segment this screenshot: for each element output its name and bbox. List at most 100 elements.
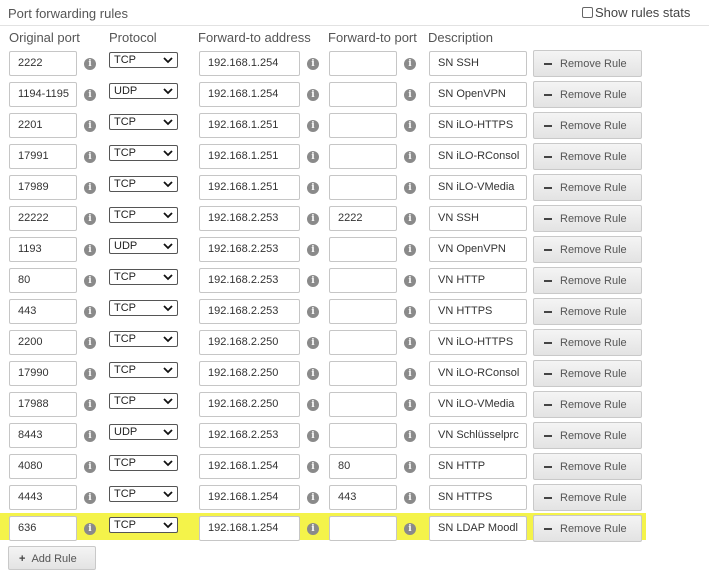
original-port-field[interactable]: 4080 — [9, 454, 77, 479]
forward-port-field[interactable]: 2222 — [329, 206, 397, 231]
info-icon[interactable]: i — [84, 120, 96, 132]
forward-port-field[interactable] — [329, 237, 397, 262]
forward-address-field[interactable]: 192.168.2.250 — [199, 330, 300, 355]
info-icon[interactable]: i — [307, 244, 319, 256]
original-port-field[interactable]: 17988 — [9, 392, 77, 417]
forward-address-field[interactable]: 192.168.2.253 — [199, 299, 300, 324]
forward-address-field[interactable]: 192.168.2.250 — [199, 361, 300, 386]
forward-address-field[interactable]: 192.168.1.254 — [199, 485, 300, 510]
forward-address-field[interactable]: 192.168.1.254 — [199, 454, 300, 479]
forward-address-field[interactable]: 192.168.2.253 — [199, 268, 300, 293]
info-icon[interactable]: i — [404, 523, 416, 535]
description-field[interactable]: SN iLO-RConsol — [429, 144, 527, 169]
description-field[interactable]: VN Schlüsselprc — [429, 423, 527, 448]
forward-port-field[interactable] — [329, 330, 397, 355]
protocol-select[interactable]: TCP — [109, 145, 178, 161]
protocol-select[interactable]: TCP — [109, 52, 178, 68]
info-icon[interactable]: i — [307, 337, 319, 349]
remove-rule-button[interactable]: Remove Rule — [533, 484, 642, 511]
forward-port-field[interactable] — [329, 175, 397, 200]
protocol-select[interactable]: TCP — [109, 517, 178, 533]
remove-rule-button[interactable]: Remove Rule — [533, 143, 642, 170]
info-icon[interactable]: i — [84, 337, 96, 349]
info-icon[interactable]: i — [307, 523, 319, 535]
forward-address-field[interactable]: 192.168.1.254 — [199, 51, 300, 76]
info-icon[interactable]: i — [84, 275, 96, 287]
info-icon[interactable]: i — [84, 151, 96, 163]
remove-rule-button[interactable]: Remove Rule — [533, 515, 642, 542]
info-icon[interactable]: i — [404, 461, 416, 473]
info-icon[interactable]: i — [84, 306, 96, 318]
original-port-field[interactable]: 4443 — [9, 485, 77, 510]
info-icon[interactable]: i — [84, 213, 96, 225]
protocol-select[interactable]: TCP — [109, 331, 178, 347]
forward-port-field[interactable] — [329, 423, 397, 448]
original-port-field[interactable]: 2201 — [9, 113, 77, 138]
info-icon[interactable]: i — [307, 58, 319, 70]
info-icon[interactable]: i — [84, 58, 96, 70]
protocol-select[interactable]: TCP — [109, 393, 178, 409]
remove-rule-button[interactable]: Remove Rule — [533, 112, 642, 139]
info-icon[interactable]: i — [307, 151, 319, 163]
description-field[interactable]: VN iLO-HTTPS — [429, 330, 527, 355]
info-icon[interactable]: i — [84, 492, 96, 504]
original-port-field[interactable]: 1193 — [9, 237, 77, 262]
info-icon[interactable]: i — [84, 399, 96, 411]
forward-address-field[interactable]: 192.168.2.253 — [199, 237, 300, 262]
info-icon[interactable]: i — [404, 213, 416, 225]
protocol-select[interactable]: TCP — [109, 300, 178, 316]
info-icon[interactable]: i — [404, 244, 416, 256]
original-port-field[interactable]: 443 — [9, 299, 77, 324]
info-icon[interactable]: i — [307, 182, 319, 194]
description-field[interactable]: VN iLO-RConsol — [429, 361, 527, 386]
description-field[interactable]: VN SSH — [429, 206, 527, 231]
remove-rule-button[interactable]: Remove Rule — [533, 81, 642, 108]
description-field[interactable]: SN SSH — [429, 51, 527, 76]
protocol-select[interactable]: UDP — [109, 238, 178, 254]
info-icon[interactable]: i — [307, 399, 319, 411]
remove-rule-button[interactable]: Remove Rule — [533, 205, 642, 232]
protocol-select[interactable]: TCP — [109, 486, 178, 502]
remove-rule-button[interactable]: Remove Rule — [533, 298, 642, 325]
info-icon[interactable]: i — [307, 306, 319, 318]
protocol-select[interactable]: UDP — [109, 424, 178, 440]
original-port-field[interactable]: 80 — [9, 268, 77, 293]
info-icon[interactable]: i — [84, 89, 96, 101]
info-icon[interactable]: i — [307, 368, 319, 380]
description-field[interactable]: SN iLO-HTTPS — [429, 113, 527, 138]
forward-port-field[interactable]: 80 — [329, 454, 397, 479]
info-icon[interactable]: i — [307, 275, 319, 287]
info-icon[interactable]: i — [307, 461, 319, 473]
info-icon[interactable]: i — [404, 368, 416, 380]
info-icon[interactable]: i — [307, 120, 319, 132]
original-port-field[interactable]: 17991 — [9, 144, 77, 169]
info-icon[interactable]: i — [84, 244, 96, 256]
forward-port-field[interactable] — [329, 82, 397, 107]
info-icon[interactable]: i — [404, 275, 416, 287]
info-icon[interactable]: i — [84, 523, 96, 535]
original-port-field[interactable]: 2200 — [9, 330, 77, 355]
info-icon[interactable]: i — [404, 89, 416, 101]
original-port-field[interactable]: 8443 — [9, 423, 77, 448]
info-icon[interactable]: i — [84, 461, 96, 473]
info-icon[interactable]: i — [404, 182, 416, 194]
forward-port-field[interactable]: 443 — [329, 485, 397, 510]
description-field[interactable]: VN iLO-VMedia — [429, 392, 527, 417]
info-icon[interactable]: i — [404, 337, 416, 349]
forward-address-field[interactable]: 192.168.1.251 — [199, 144, 300, 169]
forward-port-field[interactable] — [329, 268, 397, 293]
forward-address-field[interactable]: 192.168.1.251 — [199, 175, 300, 200]
remove-rule-button[interactable]: Remove Rule — [533, 174, 642, 201]
protocol-select[interactable]: TCP — [109, 455, 178, 471]
description-field[interactable]: SN iLO-VMedia — [429, 175, 527, 200]
show-stats-toggle[interactable]: Show rules stats — [582, 5, 690, 20]
forward-address-field[interactable]: 192.168.2.253 — [199, 206, 300, 231]
forward-address-field[interactable]: 192.168.1.254 — [199, 516, 300, 541]
info-icon[interactable]: i — [84, 182, 96, 194]
protocol-select[interactable]: UDP — [109, 83, 178, 99]
forward-address-field[interactable]: 192.168.1.254 — [199, 82, 300, 107]
info-icon[interactable]: i — [404, 399, 416, 411]
info-icon[interactable]: i — [307, 492, 319, 504]
forward-port-field[interactable] — [329, 51, 397, 76]
info-icon[interactable]: i — [307, 213, 319, 225]
